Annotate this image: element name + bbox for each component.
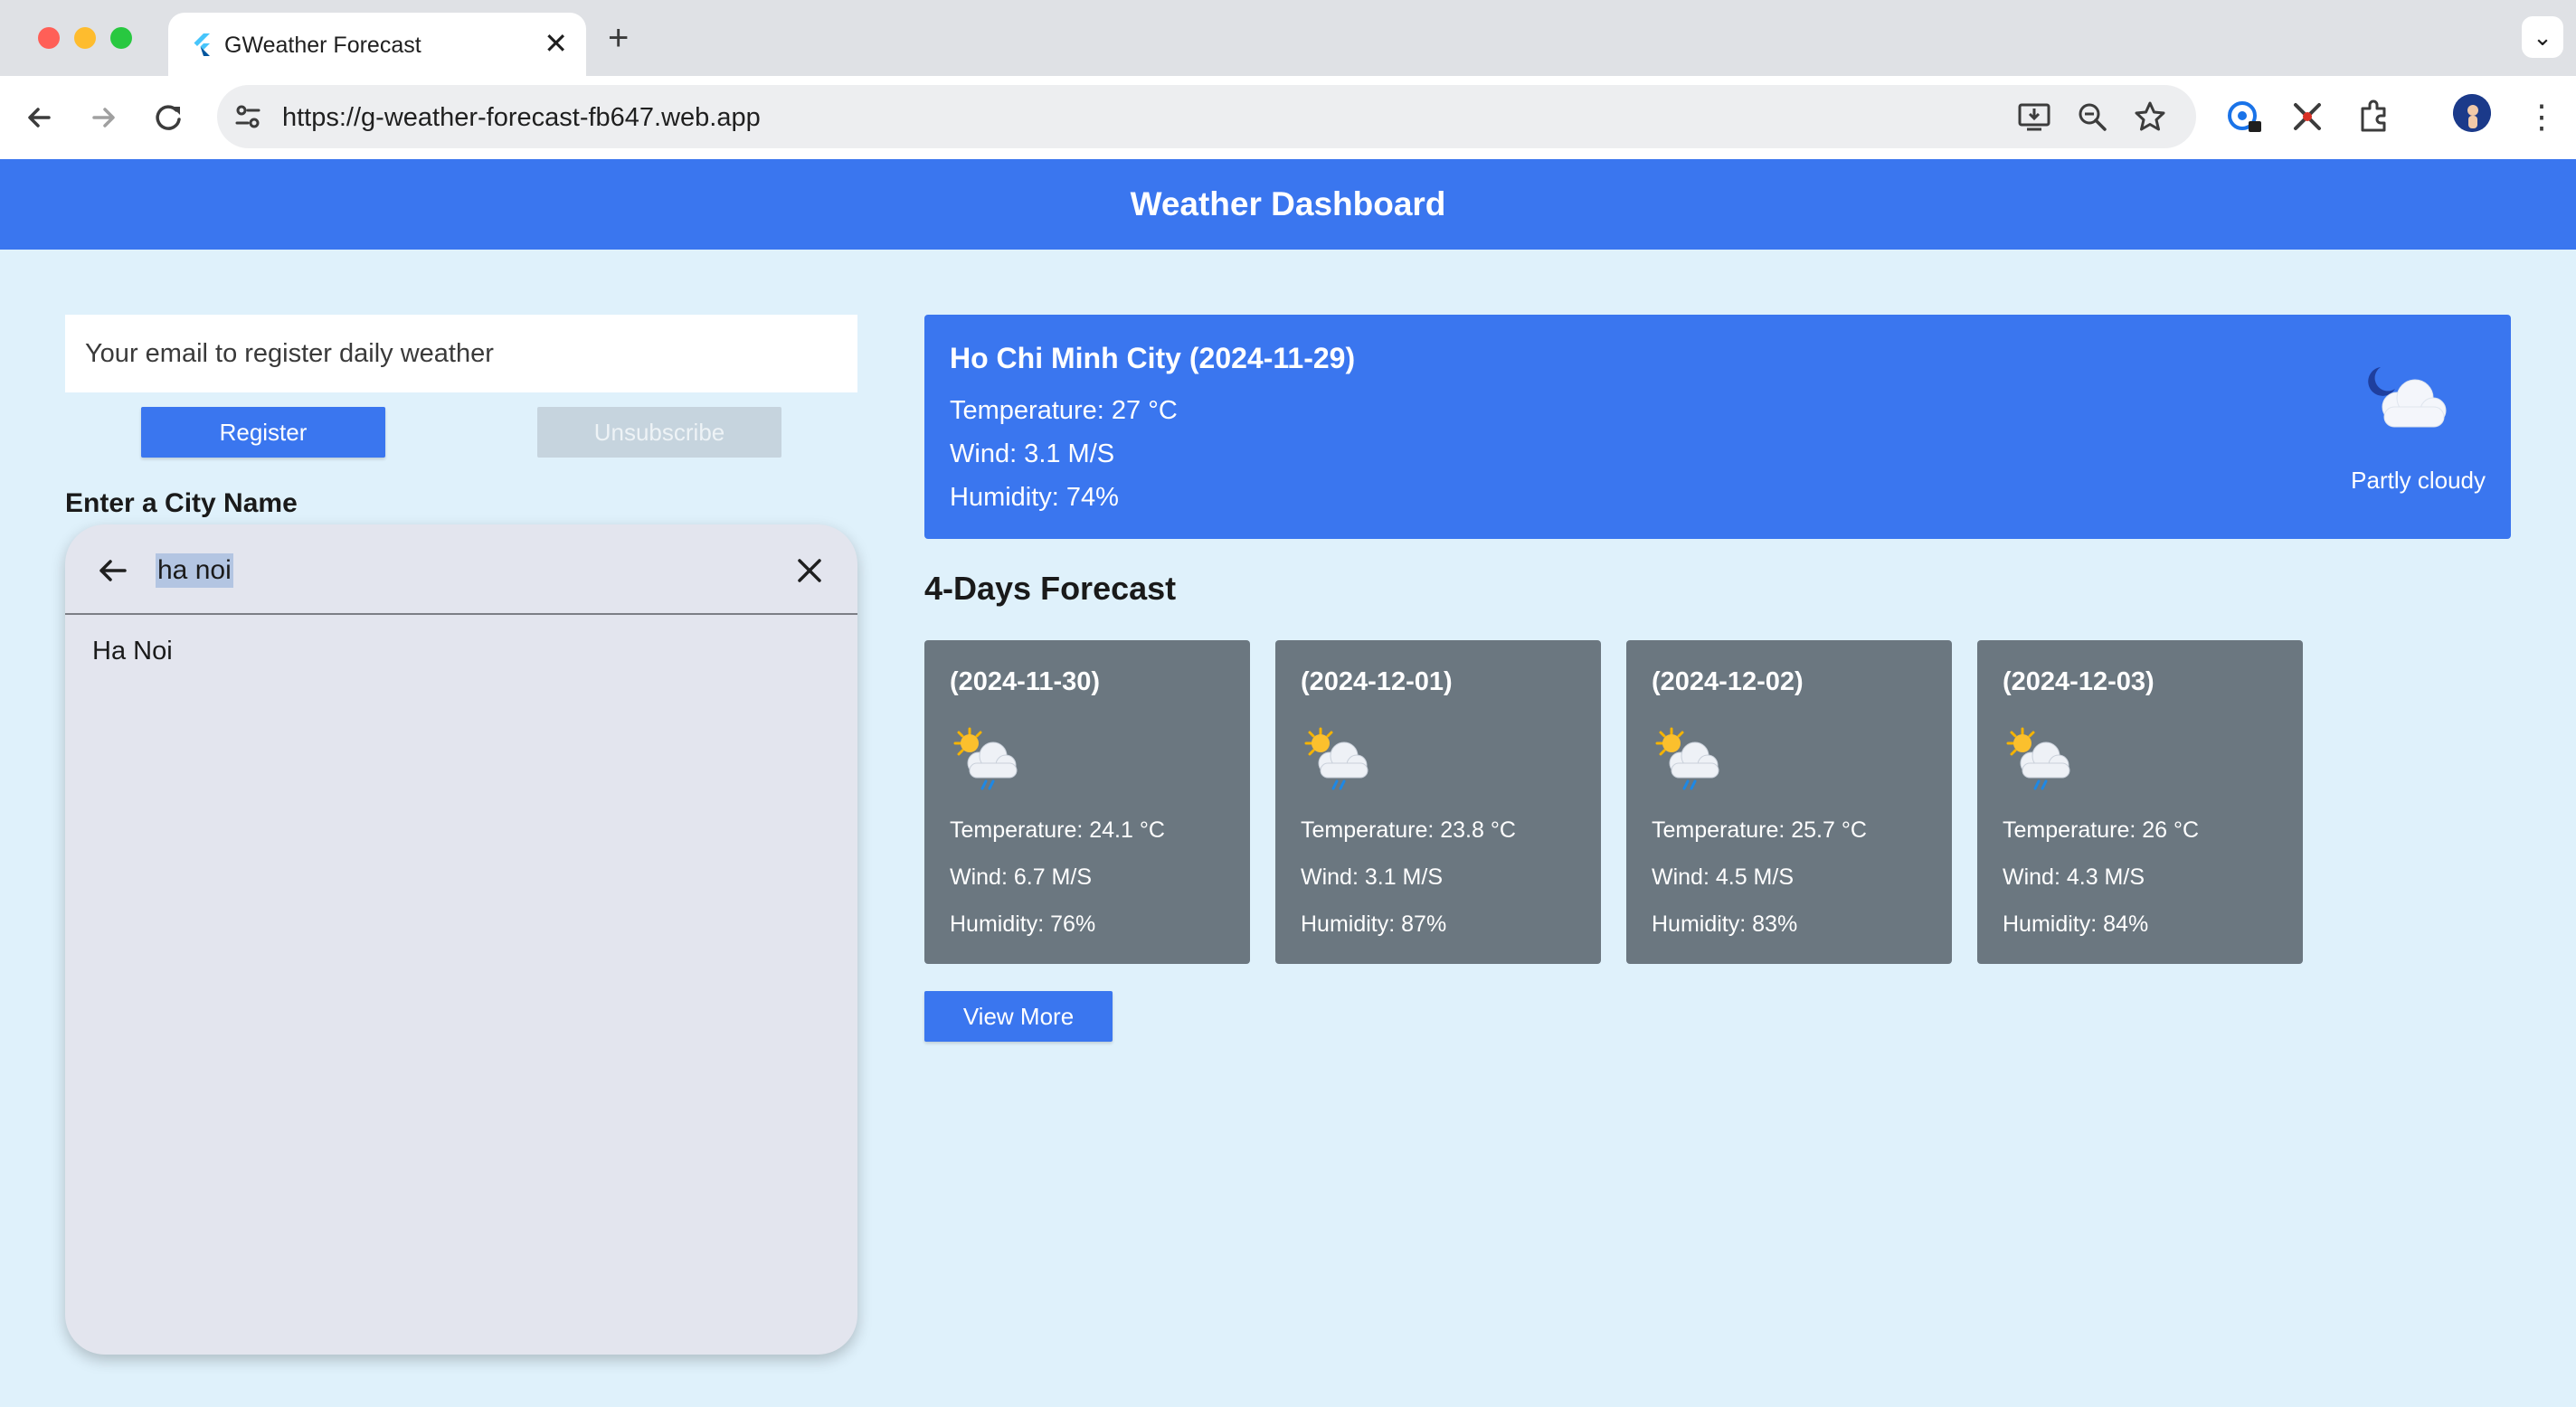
current-city-heading: Ho Chi Minh City (2024-11-29) xyxy=(950,342,1356,374)
forecast-date: (2024-11-30) xyxy=(950,667,1101,696)
forecast-card: (2024-12-01) Temperature: 23.8 °C Wind: … xyxy=(1275,640,1601,964)
forecast-humidity: Humidity: 84% xyxy=(2003,911,2149,937)
zoom-out-icon[interactable] xyxy=(2075,99,2109,134)
sun-rain-cloud-icon xyxy=(1304,727,1368,790)
minimize-window-button[interactable] xyxy=(74,27,96,49)
tab-title: GWeather Forecast xyxy=(224,33,421,58)
clear-search-icon[interactable] xyxy=(789,550,830,591)
new-tab-icon[interactable]: + xyxy=(608,18,629,58)
register-button[interactable]: Register xyxy=(141,407,385,458)
bookmark-star-icon[interactable] xyxy=(2133,99,2167,134)
back-arrow-icon[interactable] xyxy=(18,96,62,139)
city-suggestion-item[interactable]: Ha Noi xyxy=(92,637,173,666)
page-title: Weather Dashboard xyxy=(1130,185,1446,222)
city-name-label: Enter a City Name xyxy=(65,488,298,518)
moon-cloud-icon xyxy=(2368,367,2447,428)
search-divider xyxy=(65,613,857,615)
browser-toolbar: https://g-weather-forecast-fb647.web.app xyxy=(0,76,2576,160)
forecast-humidity: Humidity: 76% xyxy=(950,911,1096,937)
unsubscribe-button[interactable]: Unsubscribe xyxy=(537,407,781,458)
forecast-wind: Wind: 3.1 M/S xyxy=(1301,864,1443,890)
forecast-wind: Wind: 4.3 M/S xyxy=(2003,864,2145,890)
profile-avatar[interactable] xyxy=(2453,94,2491,132)
maximize-window-button[interactable] xyxy=(110,27,132,49)
browser-menu-icon[interactable]: ⋮ xyxy=(2525,96,2558,137)
flutter-icon xyxy=(194,33,210,56)
install-app-icon[interactable] xyxy=(2017,99,2051,134)
forecast-temperature: Temperature: 25.7 °C xyxy=(1652,817,1867,843)
app-bar: Weather Dashboard xyxy=(0,159,2576,250)
forecast-temperature: Temperature: 23.8 °C xyxy=(1301,817,1516,843)
sun-rain-cloud-icon xyxy=(953,727,1018,790)
current-weather-card: Ho Chi Minh City (2024-11-29) Temperatur… xyxy=(924,315,2511,539)
email-field[interactable] xyxy=(65,315,857,392)
forecast-wind: Wind: 6.7 M/S xyxy=(950,864,1092,890)
browser-titlebar: GWeather Forecast ✕ + ⌄ xyxy=(0,0,2576,76)
forecast-wind: Wind: 4.5 M/S xyxy=(1652,864,1794,890)
devtools-extension-icon[interactable] xyxy=(2287,96,2328,137)
close-window-button[interactable] xyxy=(38,27,60,49)
current-humidity: Humidity: 74% xyxy=(950,483,1119,512)
forecast-card: (2024-12-03) Temperature: 26 °C Wind: 4.… xyxy=(1977,640,2303,964)
forecast-humidity: Humidity: 83% xyxy=(1652,911,1798,937)
browser-tab[interactable]: GWeather Forecast ✕ xyxy=(168,13,586,76)
current-condition: Partly cloudy xyxy=(2351,467,2486,494)
forecast-heading: 4-Days Forecast xyxy=(924,570,1177,607)
forecast-humidity: Humidity: 87% xyxy=(1301,911,1447,937)
city-search-input[interactable]: ha noi xyxy=(156,553,233,588)
forward-arrow-icon[interactable] xyxy=(81,96,125,139)
forecast-card: (2024-11-30) Temperature: 24.1 °C Wind: … xyxy=(924,640,1250,964)
view-more-button[interactable]: View More xyxy=(924,991,1113,1042)
forecast-date: (2024-12-03) xyxy=(2003,667,2155,696)
reload-icon[interactable] xyxy=(147,96,190,139)
extensions-puzzle-icon[interactable] xyxy=(2353,96,2395,137)
sun-rain-cloud-icon xyxy=(2006,727,2070,790)
forecast-temperature: Temperature: 26 °C xyxy=(2003,817,2200,843)
current-temperature: Temperature: 27 °C xyxy=(950,396,1178,425)
profile-picture-icon xyxy=(2453,94,2491,132)
back-arrow-icon[interactable] xyxy=(92,550,134,591)
city-search-panel: ha noi Ha Noi xyxy=(65,524,857,1355)
tab-search-chevron-icon[interactable]: ⌄ xyxy=(2522,16,2563,58)
password-manager-extension-icon[interactable] xyxy=(2223,96,2265,137)
forecast-card: (2024-12-02) Temperature: 25.7 °C Wind: … xyxy=(1626,640,1952,964)
forecast-temperature: Temperature: 24.1 °C xyxy=(950,817,1165,843)
sun-rain-cloud-icon xyxy=(1655,727,1719,790)
site-settings-icon[interactable] xyxy=(232,100,264,133)
address-bar[interactable]: https://g-weather-forecast-fb647.web.app xyxy=(217,85,2196,148)
close-tab-icon[interactable]: ✕ xyxy=(544,27,568,60)
forecast-date: (2024-12-02) xyxy=(1652,667,1804,696)
forecast-date: (2024-12-01) xyxy=(1301,667,1453,696)
url-text[interactable]: https://g-weather-forecast-fb647.web.app xyxy=(282,103,761,133)
current-wind: Wind: 3.1 M/S xyxy=(950,439,1115,468)
